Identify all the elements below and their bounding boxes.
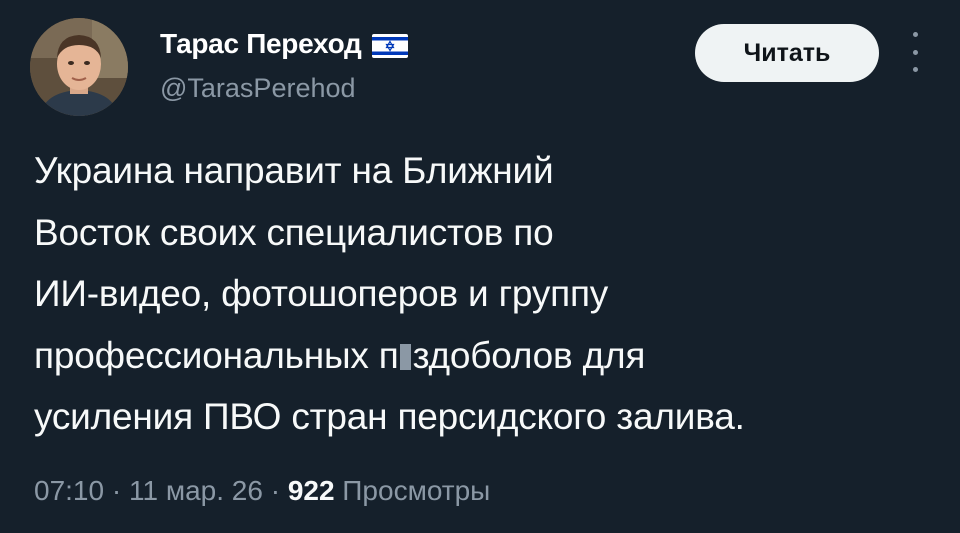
tweet-line: усиления ПВО стран персидского залива. [34, 396, 745, 437]
tweet-text: Украина направит на Ближний Восток своих… [34, 140, 934, 448]
more-dot [912, 67, 918, 72]
tweet-line: Восток своих специалистов по [34, 211, 554, 253]
tweet-meta: 07:10 · 11 мар. 26 · 922 Просмотры [34, 474, 490, 508]
tweet-card: Тарас Переход @TarasPerehod Читать Украи… [0, 0, 960, 533]
tweet-line: Украина направит на Ближний [34, 150, 554, 191]
author-name-text: Тарас Переход [160, 28, 362, 59]
censor-block [399, 343, 411, 370]
more-dot [912, 32, 918, 37]
israel-flag-icon [371, 33, 408, 58]
views-count[interactable]: 922 [288, 475, 335, 506]
avatar[interactable] [30, 18, 128, 116]
author-display-name[interactable]: Тарас Переход [160, 28, 408, 60]
meta-separator: · [262, 475, 288, 506]
views-label: Просмотры [334, 475, 491, 506]
tweet-line: ИИ-видео, фотошоперов и группу [34, 273, 609, 314]
more-dot [912, 49, 918, 55]
tweet-date[interactable]: 11 мар. 26 [129, 475, 263, 506]
follow-button[interactable]: Читать [695, 24, 879, 82]
tweet-line: профессиональных п здоболов для [34, 325, 934, 387]
tweet-line-part: здоболов для [412, 334, 646, 376]
tweet-time[interactable]: 07:10 [34, 475, 104, 506]
tweet-line-part: профессиональных п [34, 334, 399, 376]
more-options-icon[interactable] [900, 32, 930, 72]
avatar-photo-icon [30, 18, 128, 116]
meta-separator: · [104, 475, 129, 506]
author-handle[interactable]: @TarasPerehod [160, 72, 356, 104]
